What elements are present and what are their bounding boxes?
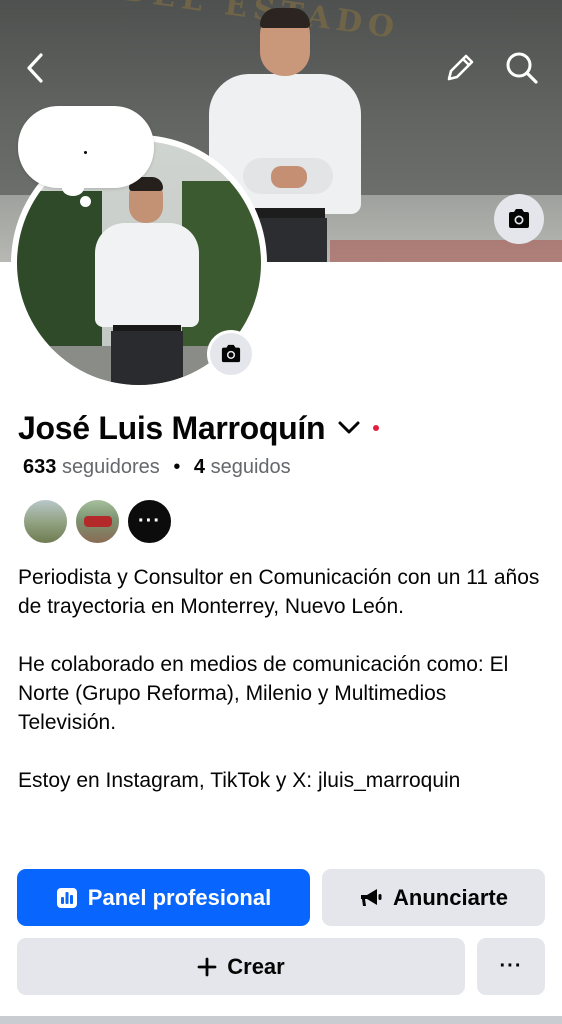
cover-camera-button[interactable] [494, 194, 544, 244]
featured-thumbnails: ··· [22, 498, 178, 546]
professional-dashboard-label: Panel profesional [87, 884, 272, 910]
more-options-button[interactable]: ··· [477, 938, 545, 995]
create-label: Crear [227, 953, 285, 979]
back-icon [27, 53, 43, 83]
camera-icon [221, 344, 241, 363]
note-bubble[interactable] [18, 106, 154, 188]
followers-label[interactable]: seguidores [62, 456, 160, 478]
advertise-label: Anunciarte [393, 884, 508, 910]
create-button[interactable]: Crear [17, 938, 465, 995]
followers-count[interactable]: 633 [23, 456, 56, 478]
pencil-icon [447, 54, 474, 81]
search-icon [506, 52, 538, 84]
bio-paragraph: Estoy en Instagram, TikTok y X: jluis_ma… [18, 769, 461, 792]
camera-icon [509, 209, 529, 228]
profile-camera-button[interactable] [207, 330, 255, 378]
profile-bio: Periodista y Consultor en Comunicación c… [18, 563, 548, 795]
plus-icon [197, 957, 217, 977]
featured-thumbnail[interactable] [74, 498, 121, 545]
edit-cover-button[interactable] [440, 50, 480, 86]
profile-name: José Luis Marroquín [18, 409, 326, 446]
chevron-down-icon[interactable] [337, 415, 363, 441]
following-count[interactable]: 4 [194, 456, 205, 478]
following-label[interactable]: seguidos [211, 456, 291, 478]
search-button[interactable] [502, 48, 542, 88]
more-thumbnails-button[interactable]: ··· [126, 498, 173, 545]
note-dot [84, 151, 87, 154]
note-bubble-tail-small [80, 196, 91, 207]
featured-thumbnail[interactable] [22, 498, 69, 545]
chart-icon [56, 887, 78, 909]
stats-separator: • [173, 456, 181, 478]
advertise-button[interactable]: Anunciarte [322, 869, 545, 926]
professional-dashboard-button[interactable]: Panel profesional [17, 869, 310, 926]
follow-stats: 633 seguidores • 4 seguidos [23, 456, 291, 479]
back-button[interactable] [18, 50, 52, 86]
bio-paragraph: Periodista y Consultor en Comunicación c… [18, 566, 540, 618]
section-divider [0, 1016, 562, 1024]
bio-paragraph: He colaborado en medios de comunicación … [18, 653, 509, 734]
note-bubble-tail [62, 180, 84, 196]
more-options-icon: ··· [499, 955, 523, 977]
notification-dot [373, 425, 380, 431]
profile-name-row[interactable]: José Luis Marroquín [18, 408, 380, 448]
megaphone-icon [359, 887, 383, 909]
